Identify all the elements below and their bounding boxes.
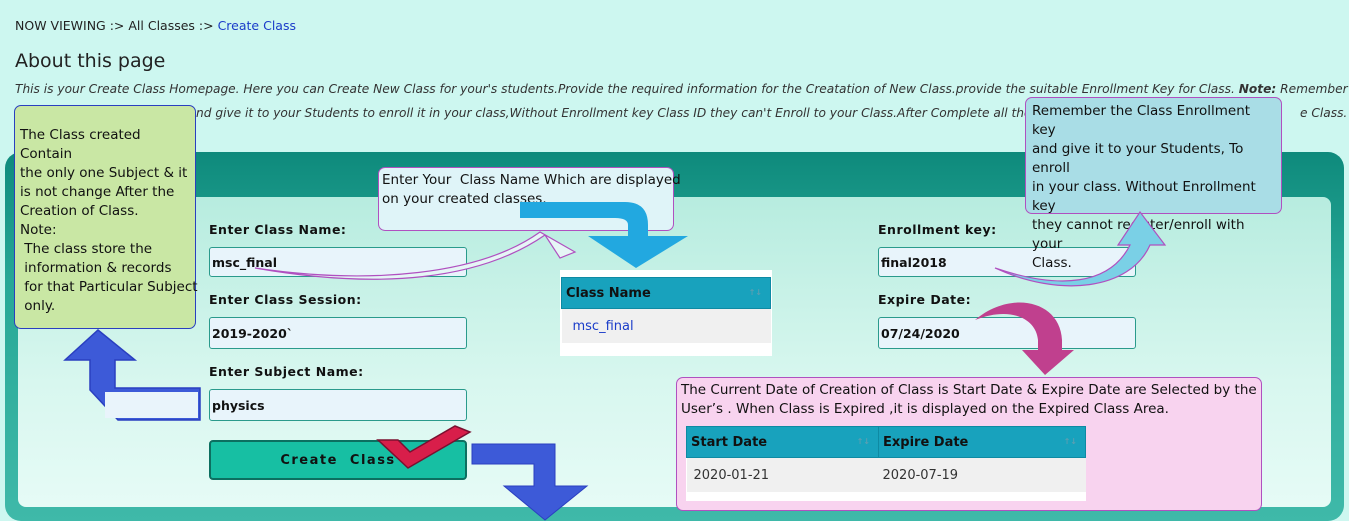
annotation-overlay bbox=[63, 202, 1167, 521]
down-right-arrow-icon bbox=[471, 443, 589, 521]
magenta-arrow-icon bbox=[975, 302, 1074, 375]
check-mark-icon bbox=[376, 425, 472, 469]
curved-pointer-icon bbox=[254, 231, 577, 280]
curved-arrow-icon bbox=[994, 210, 1167, 287]
